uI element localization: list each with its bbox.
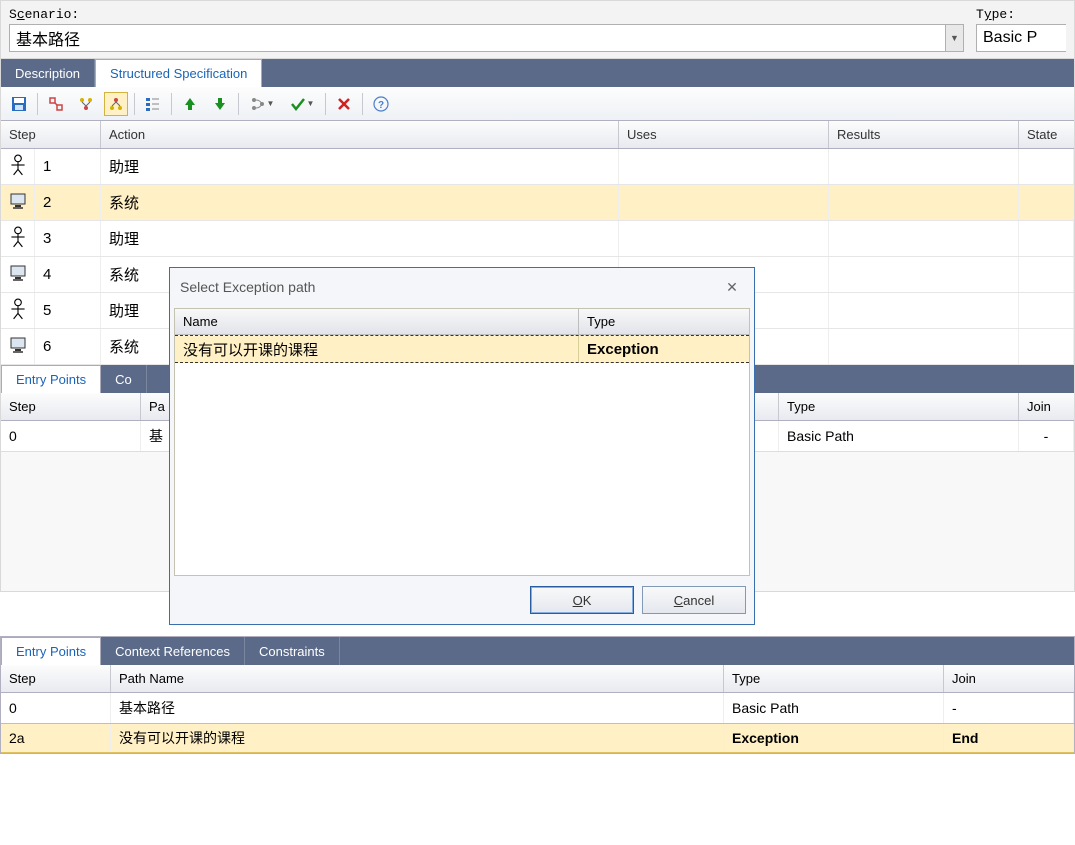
delete-icon[interactable] [332, 92, 356, 116]
scenario-value: 基本路径 [10, 26, 945, 50]
main-area: Description Structured Specification ▼ ▼… [0, 59, 1075, 592]
close-icon[interactable]: ✕ [720, 276, 744, 298]
tab-context-references[interactable]: Context References [101, 637, 245, 665]
system-icon [9, 334, 27, 360]
merge-icon[interactable]: ▼ [245, 92, 279, 116]
spec-tabs: Description Structured Specification [1, 59, 1074, 87]
chevron-down-icon[interactable]: ▼ [945, 25, 963, 51]
type-label: Type: [976, 7, 1066, 22]
check-icon[interactable]: ▼ [285, 92, 319, 116]
branch-alt-icon[interactable] [104, 92, 128, 116]
type-combo[interactable]: Basic P [976, 24, 1066, 52]
col-results[interactable]: Results [829, 121, 1019, 148]
scenario-bar: Scenario: 基本路径 ▼ Type: Basic P [0, 0, 1075, 59]
col-type[interactable]: Type [579, 309, 749, 334]
col-state[interactable]: State [1019, 121, 1074, 148]
col-path-name[interactable]: Path Name [111, 665, 724, 692]
col-join[interactable]: Join [1019, 393, 1074, 420]
branch-icon[interactable] [74, 92, 98, 116]
help-icon[interactable]: ? [369, 92, 393, 116]
actor-icon [9, 154, 27, 180]
arrow-down-icon[interactable] [208, 92, 232, 116]
scenario-field: Scenario: 基本路径 ▼ [9, 7, 964, 52]
type-value: Basic P [977, 29, 1066, 47]
dialog-title: Select Exception path [180, 279, 315, 295]
arrow-up-icon[interactable] [178, 92, 202, 116]
toolbar: ▼ ▼ ? [1, 87, 1074, 121]
svg-text:?: ? [378, 100, 384, 111]
scenario-combo[interactable]: 基本路径 ▼ [9, 24, 964, 52]
col-action[interactable]: Action [101, 121, 619, 148]
system-icon [9, 190, 27, 216]
dialog-list-blank [175, 363, 749, 575]
scenario-label: Scenario: [9, 7, 964, 22]
dialog-select-exception-path: Select Exception path ✕ Name Type 没有可以开课… [169, 267, 755, 625]
col-step[interactable]: Step [1, 393, 141, 420]
cancel-button[interactable]: Cancel [642, 586, 746, 614]
tree-icon[interactable] [141, 92, 165, 116]
bottom-entry-points-panel: Entry Points Context References Constrai… [0, 636, 1075, 754]
steps-grid-header: Step Action Uses Results State [1, 121, 1074, 149]
table-row[interactable]: 2a 没有可以开课的课程 Exception End [1, 723, 1074, 753]
tab-entry-points[interactable]: Entry Points [1, 365, 101, 393]
col-step[interactable]: Step [1, 665, 111, 692]
col-type[interactable]: Type [724, 665, 944, 692]
tab-context-partial[interactable]: Co [101, 365, 147, 393]
table-row[interactable]: 0 基本路径 Basic Path - [1, 693, 1074, 723]
tab-structured-spec[interactable]: Structured Specification [95, 59, 262, 87]
col-name[interactable]: Name [175, 309, 579, 334]
link-icon[interactable] [44, 92, 68, 116]
ok-button[interactable]: OK [530, 586, 634, 614]
col-uses[interactable]: Uses [619, 121, 829, 148]
table-row[interactable]: 2 系统 [1, 185, 1074, 221]
table-row[interactable]: 3 助理 [1, 221, 1074, 257]
col-step[interactable]: Step [1, 121, 101, 148]
tab-description[interactable]: Description [1, 59, 95, 87]
save-icon[interactable] [7, 92, 31, 116]
tab-entry-points[interactable]: Entry Points [1, 637, 101, 665]
type-field: Type: Basic P [976, 7, 1066, 52]
col-join[interactable]: Join [944, 665, 1074, 692]
tab-constraints[interactable]: Constraints [245, 637, 340, 665]
actor-icon [9, 298, 27, 324]
table-row[interactable]: 没有可以开课的课程 Exception [175, 335, 749, 363]
table-row[interactable]: 1 助理 [1, 149, 1074, 185]
col-type[interactable]: Type [779, 393, 1019, 420]
system-icon [9, 262, 27, 288]
actor-icon [9, 226, 27, 252]
